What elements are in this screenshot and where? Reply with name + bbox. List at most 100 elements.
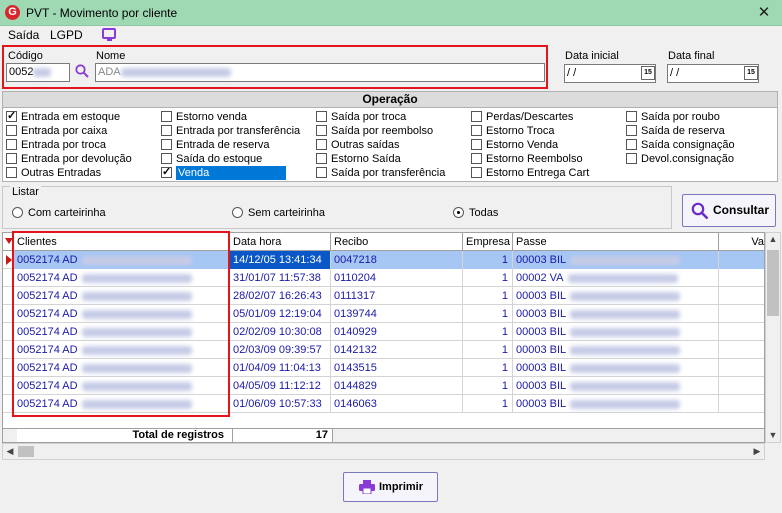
operacao-option[interactable]: Estorno venda	[161, 110, 247, 124]
menu-item-saida[interactable]: Saída	[8, 28, 39, 42]
operacao-option[interactable]: Entrada por devolução	[6, 152, 132, 166]
horizontal-scroll-thumb[interactable]	[18, 446, 34, 457]
calendar-icon[interactable]: 15	[641, 66, 655, 80]
checkbox[interactable]	[161, 111, 172, 122]
consultar-button[interactable]: Consultar	[682, 194, 776, 227]
checkbox[interactable]	[6, 139, 17, 150]
cell-data-hora[interactable]: 05/01/09 12:19:04	[230, 305, 331, 323]
cell-valor[interactable]	[719, 341, 764, 359]
imprimir-button[interactable]: Imprimir	[343, 472, 438, 502]
operacao-option[interactable]: Saída do estoque	[161, 152, 262, 166]
monitor-icon[interactable]	[102, 28, 116, 41]
cell-passe[interactable]: 00003 BIL	[513, 287, 719, 305]
cell-valor[interactable]	[719, 305, 764, 323]
operacao-option[interactable]: Saída consignação	[626, 138, 735, 152]
cell-recibo[interactable]: 0146063	[331, 395, 463, 413]
cell-valor[interactable]	[719, 395, 764, 413]
scroll-left-icon[interactable]: ◀	[3, 446, 17, 457]
operacao-option[interactable]: Saída por roubo	[626, 110, 720, 124]
cell-empresa[interactable]: 1	[463, 305, 513, 323]
close-icon[interactable]: ✕	[752, 3, 776, 23]
cell-empresa[interactable]: 1	[463, 323, 513, 341]
checkbox[interactable]	[471, 125, 482, 136]
cell-empresa[interactable]: 1	[463, 287, 513, 305]
checkbox[interactable]	[161, 125, 172, 136]
cell-recibo[interactable]: 0144829	[331, 377, 463, 395]
operacao-option[interactable]: Saída por troca	[316, 110, 406, 124]
calendar-icon[interactable]: 15	[744, 66, 758, 80]
checkbox[interactable]	[316, 167, 327, 178]
operacao-option[interactable]: Outras Entradas	[6, 166, 101, 180]
checkbox[interactable]	[161, 165, 172, 179]
column-header-valor[interactable]: Va	[719, 233, 764, 251]
cell-valor[interactable]	[719, 287, 764, 305]
operacao-option[interactable]: Estorno Entrega Cart	[471, 166, 589, 180]
cell-passe[interactable]: 00003 BIL	[513, 341, 719, 359]
cell-recibo[interactable]: 0142132	[331, 341, 463, 359]
cell-data-hora[interactable]: 02/03/09 09:39:57	[230, 341, 331, 359]
column-header-empresa[interactable]: Empresa	[463, 233, 513, 251]
vertical-scroll-thumb[interactable]	[767, 250, 779, 316]
checkbox[interactable]	[626, 111, 637, 122]
checkbox[interactable]	[6, 125, 17, 136]
cell-recibo[interactable]: 0047218	[331, 251, 463, 269]
cell-passe[interactable]: 00002 VA	[513, 269, 719, 287]
operacao-option[interactable]: Saída de reserva	[626, 124, 725, 138]
checkbox[interactable]	[626, 139, 637, 150]
cell-passe[interactable]: 00003 BIL	[513, 305, 719, 323]
cell-recibo[interactable]: 0140929	[331, 323, 463, 341]
checkbox[interactable]	[626, 153, 637, 164]
operacao-option[interactable]: Estorno Saída	[316, 152, 401, 166]
search-icon[interactable]	[75, 64, 89, 78]
checkbox[interactable]	[6, 109, 17, 123]
cell-empresa[interactable]: 1	[463, 269, 513, 287]
cell-passe[interactable]: 00003 BIL	[513, 323, 719, 341]
checkbox[interactable]	[471, 139, 482, 150]
checkbox[interactable]	[471, 167, 482, 178]
cell-valor[interactable]	[719, 269, 764, 287]
column-header-passe[interactable]: Passe	[513, 233, 719, 251]
cell-passe[interactable]: 00003 BIL	[513, 251, 719, 269]
column-header-data-hora[interactable]: Data hora	[230, 233, 331, 251]
checkbox[interactable]	[316, 111, 327, 122]
cell-passe[interactable]: 00003 BIL	[513, 359, 719, 377]
checkbox[interactable]	[626, 125, 637, 136]
checkbox[interactable]	[471, 111, 482, 122]
radio-todas[interactable]: Todas	[453, 207, 498, 219]
cell-valor[interactable]	[719, 251, 764, 269]
cell-data-hora[interactable]: 31/01/07 11:57:38	[230, 269, 331, 287]
cell-valor[interactable]	[719, 359, 764, 377]
menu-item-lgpd[interactable]: LGPD	[50, 28, 83, 42]
operacao-option[interactable]: Entrada por caixa	[6, 124, 107, 138]
operacao-option[interactable]: Estorno Troca	[471, 124, 554, 138]
horizontal-scrollbar[interactable]	[2, 443, 765, 460]
radio-com-carteirinha[interactable]: Com carteirinha	[12, 207, 106, 219]
codigo-field[interactable]: 0052	[6, 63, 70, 82]
scroll-up-icon[interactable]: ▲	[766, 234, 780, 244]
cell-recibo[interactable]: 0143515	[331, 359, 463, 377]
operacao-option[interactable]: Perdas/Descartes	[471, 110, 573, 124]
checkbox[interactable]	[161, 139, 172, 150]
operacao-option[interactable]: Entrada em estoque	[6, 109, 120, 124]
cell-recibo[interactable]: 0139744	[331, 305, 463, 323]
cell-data-hora[interactable]: 14/12/05 13:41:34	[230, 251, 331, 269]
cell-data-hora[interactable]: 04/05/09 11:12:12	[230, 377, 331, 395]
cell-passe[interactable]: 00003 BIL	[513, 377, 719, 395]
column-header-recibo[interactable]: Recibo	[331, 233, 463, 251]
cell-empresa[interactable]: 1	[463, 377, 513, 395]
operacao-option[interactable]: Outras saídas	[316, 138, 399, 152]
cell-empresa[interactable]: 1	[463, 341, 513, 359]
operacao-option[interactable]: Devol.consignação	[626, 152, 734, 166]
operacao-option[interactable]: Saída por transferência	[316, 166, 445, 180]
cell-data-hora[interactable]: 28/02/07 16:26:43	[230, 287, 331, 305]
checkbox[interactable]	[471, 153, 482, 164]
radio-sem-carteirinha[interactable]: Sem carteirinha	[232, 207, 325, 219]
operacao-option[interactable]: Saída por reembolso	[316, 124, 433, 138]
checkbox[interactable]	[6, 153, 17, 164]
checkbox[interactable]	[161, 153, 172, 164]
cell-data-hora[interactable]: 01/04/09 11:04:13	[230, 359, 331, 377]
operacao-option[interactable]: Entrada de reserva	[161, 138, 270, 152]
cell-empresa[interactable]: 1	[463, 359, 513, 377]
cell-passe[interactable]: 00003 BIL	[513, 395, 719, 413]
scroll-right-icon[interactable]: ▶	[750, 446, 764, 457]
